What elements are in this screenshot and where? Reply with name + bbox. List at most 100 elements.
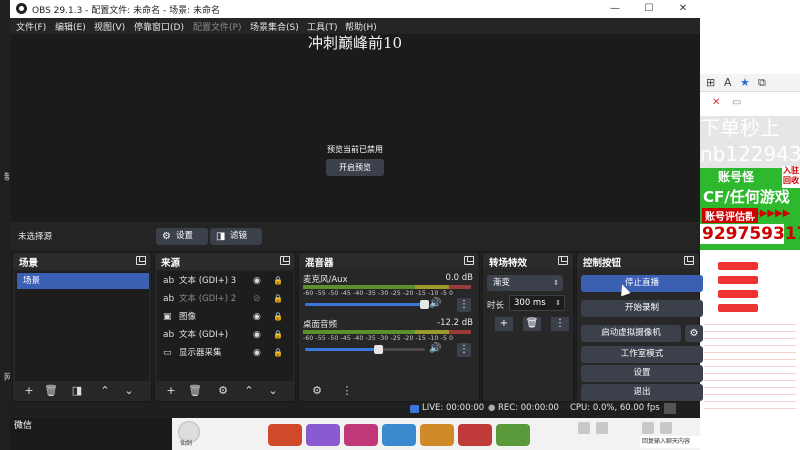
maximize-button[interactable]: ☐ [634, 1, 664, 17]
ad-games-text: CF/任何游戏 [703, 188, 790, 206]
volume-slider-knob[interactable] [374, 345, 384, 354]
filters-button[interactable]: ◨ 滤镜 [210, 228, 262, 245]
move-down-icon[interactable]: ⌄ [265, 384, 281, 398]
scenes-dock: 场景 场景 + 🗑 ◨ ⌃ ⌄ [12, 252, 152, 402]
ad-list-tag [718, 304, 758, 312]
start-virtual-camera-button[interactable]: 启动虚拟摄像机 [581, 325, 681, 342]
ad-icon[interactable] [496, 424, 530, 446]
move-up-icon[interactable]: ⌃ [241, 384, 257, 398]
exit-button[interactable]: 退出 [581, 384, 703, 401]
duration-input[interactable]: 300 ms ⇕ [509, 295, 565, 311]
taskbar-small-icon[interactable] [660, 422, 672, 434]
ad-icon[interactable] [344, 424, 378, 446]
browser-extension-icon[interactable]: ⧉ [758, 76, 766, 90]
eye-icon[interactable]: ◉ [253, 327, 261, 343]
volume-slider-knob[interactable] [420, 300, 429, 309]
undock-icon[interactable] [136, 256, 146, 265]
enable-preview-button[interactable]: 开启预览 [326, 159, 384, 176]
lock-icon[interactable]: 🔒 [273, 273, 283, 289]
scene-filters-icon[interactable]: ◨ [69, 384, 85, 398]
controls-title: 控制按钮 [583, 258, 622, 269]
close-tab-icon[interactable]: ✕ [712, 97, 720, 108]
browser-translate-icon[interactable]: ⊞ [706, 76, 715, 89]
sources-header: 来源 [155, 253, 295, 269]
eye-icon[interactable]: ◉ [253, 309, 261, 325]
minimize-button[interactable]: — [600, 1, 630, 17]
eye-hidden-icon[interactable]: ⊘ [253, 291, 261, 307]
wechat-label[interactable]: 微信 [14, 418, 32, 431]
live-indicator-icon [410, 405, 419, 413]
title-bar: OBS 29.1.3 - 配置文件: 未命名 - 场景: 未命名 — ☐ ✕ [10, 0, 700, 18]
taskbar-small-icon[interactable] [596, 422, 608, 434]
stream-overlay-title: 冲刺巅峰前10 [307, 34, 403, 52]
eye-icon[interactable]: ◉ [253, 273, 261, 289]
channel-menu-button[interactable]: ⋮ [457, 298, 471, 312]
undock-icon[interactable] [558, 256, 568, 265]
speaker-icon[interactable]: 🔊 [429, 343, 441, 354]
tab-icon[interactable]: ▭ [732, 97, 741, 108]
speaker-icon[interactable]: 🔊 [429, 298, 441, 309]
move-up-icon[interactable]: ⌃ [97, 384, 113, 398]
lock-icon[interactable]: 🔒 [273, 327, 283, 343]
source-item[interactable]: ▣ 图像 ◉ 🔒 [159, 309, 293, 325]
transition-select[interactable]: 渐变 ⇕ [487, 275, 563, 291]
add-source-icon[interactable]: + [163, 384, 179, 398]
ad-icon[interactable] [458, 424, 492, 446]
ad-badge: 入驻回收 [782, 166, 800, 188]
volume-slider[interactable] [305, 345, 425, 354]
mixer-menu-icon[interactable]: ⋮ [339, 384, 355, 398]
source-item[interactable]: ab 文本 (GDI+) ◉ 🔒 [159, 327, 293, 343]
remove-source-icon[interactable]: 🗑 [187, 384, 203, 398]
settings-button[interactable]: 设置 [581, 365, 703, 382]
stop-streaming-button[interactable]: 停止直播 [581, 275, 703, 292]
remove-scene-icon[interactable]: 🗑 [43, 384, 59, 398]
lock-icon[interactable]: 🔒 [273, 345, 283, 361]
chevron-updown-icon[interactable]: ⇕ [555, 296, 561, 310]
obs-logo-icon [16, 3, 27, 14]
eye-icon[interactable]: ◉ [253, 345, 261, 361]
ad-eval-text: 账号评估群 [702, 208, 758, 223]
source-label: 显示器采集 [179, 348, 222, 358]
ad-icon[interactable] [382, 424, 416, 446]
lock-icon[interactable]: 🔒 [273, 309, 283, 325]
channel-menu-button[interactable]: ⋮ [457, 343, 471, 357]
move-down-icon[interactable]: ⌄ [121, 384, 137, 398]
remove-transition-button[interactable]: 🗑 [523, 317, 541, 331]
taskbar-small-icon[interactable] [642, 422, 654, 434]
taskbar-small-icon[interactable] [578, 422, 590, 434]
sources-dock: 来源 ab 文本 (GDI+) 3 ◉ 🔒 ab 文本 (GDI+) 2 ⊘ 🔒… [154, 252, 296, 402]
audio-mixer-dock: 混音器 麦克风/Aux 0.0 dB -60 -55 -50 -45 -40 -… [298, 252, 480, 402]
scenes-toolbar: + 🗑 ◨ ⌃ ⌄ [13, 381, 151, 401]
mixer-title: 混音器 [305, 258, 334, 269]
cpu-status: CPU: 0.0%, 60.00 fps [570, 403, 660, 413]
source-item[interactable]: ab 文本 (GDI+) 3 ◉ 🔒 [159, 273, 293, 289]
source-item[interactable]: ▭ 显示器采集 ◉ 🔒 [159, 345, 293, 361]
ad-icon[interactable] [268, 424, 302, 446]
undock-icon[interactable] [280, 256, 290, 265]
transitions-header: 转场特效 [483, 253, 573, 269]
transition-menu-button[interactable]: ⋮ [551, 317, 569, 331]
sources-toolbar: + 🗑 ⚙ ⌃ ⌄ [155, 381, 295, 401]
preview-area[interactable]: 预览当前已禁用 开启预览 [10, 34, 700, 222]
scenes-header: 场景 [13, 253, 151, 269]
close-button[interactable]: ✕ [668, 1, 698, 17]
source-item[interactable]: ab 文本 (GDI+) 2 ⊘ 🔒 [159, 291, 293, 307]
advanced-audio-icon[interactable]: ⚙ [309, 384, 325, 398]
ad-icon[interactable] [420, 424, 454, 446]
lock-icon[interactable]: 🔒 [273, 291, 283, 307]
scene-item[interactable]: 场景 [17, 273, 149, 289]
undock-icon[interactable] [464, 256, 474, 265]
undock-icon[interactable] [684, 256, 694, 265]
meter-ticks: -60 -55 -50 -45 -40 -35 -30 -25 -20 -15 … [303, 290, 454, 297]
add-scene-icon[interactable]: + [21, 384, 37, 398]
studio-mode-button[interactable]: 工作室模式 [581, 346, 703, 363]
browser-read-icon[interactable]: A [724, 76, 732, 89]
volume-slider[interactable] [305, 300, 429, 309]
favorite-star-icon[interactable]: ★ [740, 76, 750, 89]
ad-icon[interactable] [306, 424, 340, 446]
properties-button[interactable]: ⚙ 设置 [156, 228, 208, 245]
virtual-camera-settings-icon[interactable]: ⚙ [685, 325, 703, 342]
source-properties-icon[interactable]: ⚙ [215, 384, 231, 398]
add-transition-button[interactable]: + [495, 317, 513, 331]
start-recording-button[interactable]: 开始录制 [581, 300, 703, 317]
